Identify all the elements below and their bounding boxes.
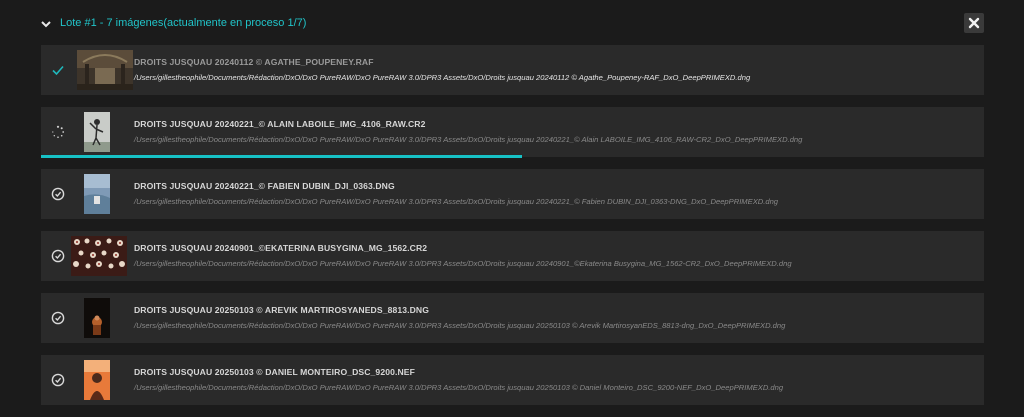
item-title: DROITS JUSQUAU 20240901_©EKATERINA BUSYG…: [134, 243, 428, 253]
item-title: DROITS JUSQUAU 20250103 © DANIEL MONTEIR…: [134, 367, 415, 377]
item-title: DROITS JUSQUAU 20240221_© ALAIN LABOILE_…: [134, 119, 426, 129]
list-item[interactable]: DROITS JUSQUAU 20240901_©EKATERINA BUSYG…: [41, 231, 984, 281]
clock-icon: [51, 187, 65, 201]
close-icon: [968, 17, 980, 29]
clock-icon: [51, 249, 65, 263]
thumbnail-image: [84, 112, 110, 152]
list-item[interactable]: DROITS JUSQUAU 20250103 © AREVIK MARTIRO…: [41, 293, 984, 343]
list-item[interactable]: DROITS JUSQUAU 20240221_© FABIEN DUBIN_D…: [41, 169, 984, 219]
thumbnail-image: [84, 360, 110, 400]
image-list: DROITS JUSQUAU 20240112 © AGATHE_POUPENE…: [41, 45, 984, 417]
chevron-down-icon[interactable]: [40, 17, 52, 29]
item-path: /Users/gillestheophile/Documents/Rédacti…: [134, 321, 786, 330]
list-item[interactable]: DROITS JUSQUAU 20250103 © DANIEL MONTEIR…: [41, 355, 984, 405]
batch-header: Lote #1 - 7 imágenes(actualmente en proc…: [40, 12, 306, 34]
item-path: /Users/gillestheophile/Documents/Rédacti…: [134, 73, 751, 82]
thumbnail-image: [71, 236, 127, 276]
spinner-icon: [51, 125, 65, 139]
progress-bar: [41, 155, 984, 158]
list-item[interactable]: DROITS JUSQUAU 20240221_© ALAIN LABOILE_…: [41, 107, 984, 158]
item-title: DROITS JUSQUAU 20240221_© FABIEN DUBIN_D…: [134, 181, 395, 191]
clock-icon: [51, 373, 65, 387]
item-title: DROITS JUSQUAU 20250103 © AREVIK MARTIRO…: [134, 305, 429, 315]
close-button[interactable]: [964, 13, 984, 33]
item-path: /Users/gillestheophile/Documents/Rédacti…: [134, 383, 784, 392]
item-path: /Users/gillestheophile/Documents/Rédacti…: [134, 197, 779, 206]
item-path: /Users/gillestheophile/Documents/Rédacti…: [134, 135, 803, 144]
list-item[interactable]: DROITS JUSQUAU 20240112 © AGATHE_POUPENE…: [41, 45, 984, 95]
thumbnail-image: [84, 174, 110, 214]
thumbnail-image: [84, 298, 110, 338]
item-path: /Users/gillestheophile/Documents/Rédacti…: [134, 259, 792, 268]
clock-icon: [51, 311, 65, 325]
progress-fill: [41, 155, 522, 158]
thumbnail-image: [77, 50, 133, 90]
batch-title[interactable]: Lote #1 - 7 imágenes(actualmente en proc…: [60, 17, 306, 29]
item-title: DROITS JUSQUAU 20240112 © AGATHE_POUPENE…: [134, 57, 374, 67]
checkmark-icon: [51, 63, 65, 77]
